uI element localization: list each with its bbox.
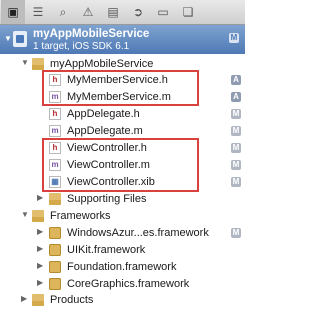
log-navigator-icon[interactable]: ▭ <box>151 0 175 24</box>
disclosure-open-icon[interactable]: ▼ <box>21 58 29 67</box>
disclosure-open-icon[interactable]: ▼ <box>21 210 29 219</box>
file-row[interactable]: h AppDelegate.h M <box>0 107 245 122</box>
group-row-frameworks[interactable]: ▼ Frameworks <box>0 209 245 224</box>
disclosure-closed-icon[interactable]: ▶ <box>37 278 43 287</box>
scm-status-badge: M <box>231 126 241 136</box>
framework-icon <box>49 227 61 239</box>
comment-navigator-icon[interactable]: ❏ <box>176 0 200 24</box>
project-navigator-icon[interactable]: ▣ <box>1 0 25 24</box>
debug-navigator-icon[interactable]: ▤ <box>101 0 125 24</box>
project-name: myAppMobileService <box>33 28 150 40</box>
framework-label: Foundation.framework <box>67 261 177 273</box>
group-label: Frameworks <box>50 210 111 222</box>
navigator-toolbar: ▣ ☰ ⌕ ⚠ ▤ ➲ ▭ ❏ <box>0 0 245 25</box>
scm-status-badge: M <box>231 109 241 119</box>
group-label: Products <box>50 294 94 306</box>
issue-navigator-icon[interactable]: ⚠ <box>76 0 100 24</box>
symbol-navigator-icon[interactable]: ☰ <box>26 0 50 24</box>
scm-status-badge: M <box>231 160 241 170</box>
scm-status-badge: M <box>229 33 239 43</box>
breakpoint-navigator-icon[interactable]: ➲ <box>126 0 150 24</box>
disclosure-closed-icon[interactable]: ▶ <box>37 261 43 270</box>
implementation-file-icon: m <box>49 125 61 137</box>
highlight-box-new-files <box>42 70 199 106</box>
framework-row[interactable]: ▶ WindowsAzur...es.framework M <box>0 226 245 241</box>
search-navigator-icon[interactable]: ⌕ <box>51 0 75 24</box>
project-row[interactable]: ▼ myAppMobileService 1 target, iOS SDK 6… <box>0 25 245 54</box>
project-icon <box>13 31 27 47</box>
scm-status-badge: A <box>231 75 241 85</box>
file-label: AppDelegate.h <box>67 108 140 120</box>
file-row[interactable]: m AppDelegate.m M <box>0 124 245 139</box>
highlight-box-modified-files <box>42 138 199 192</box>
framework-label: UIKit.framework <box>67 244 146 256</box>
group-row-products[interactable]: ▶ Products <box>0 293 245 308</box>
folder-icon <box>49 193 61 205</box>
framework-row[interactable]: ▶ UIKit.framework <box>0 243 245 258</box>
group-label: myAppMobileService <box>50 58 154 70</box>
disclosure-open-icon[interactable]: ▼ <box>4 34 12 43</box>
project-subtitle: 1 target, iOS SDK 6.1 <box>33 41 130 52</box>
disclosure-closed-icon[interactable]: ▶ <box>21 294 27 303</box>
file-label: AppDelegate.m <box>67 125 143 137</box>
framework-icon <box>49 261 61 273</box>
disclosure-closed-icon[interactable]: ▶ <box>37 227 43 236</box>
folder-icon <box>32 210 44 222</box>
framework-icon <box>49 244 61 256</box>
disclosure-closed-icon[interactable]: ▶ <box>37 193 43 202</box>
framework-label: CoreGraphics.framework <box>67 278 190 290</box>
framework-icon <box>49 278 61 290</box>
group-label: Supporting Files <box>67 193 147 205</box>
header-file-icon: h <box>49 108 61 120</box>
scm-status-badge: M <box>231 177 241 187</box>
scm-status-badge: A <box>231 92 241 102</box>
disclosure-closed-icon[interactable]: ▶ <box>37 244 43 253</box>
group-row-supporting-files[interactable]: ▶ Supporting Files <box>0 192 245 207</box>
framework-row[interactable]: ▶ Foundation.framework <box>0 260 245 275</box>
scm-status-badge: M <box>231 143 241 153</box>
folder-icon <box>32 294 44 306</box>
scm-status-badge: M <box>231 228 241 238</box>
folder-icon <box>32 58 44 70</box>
framework-label: WindowsAzur...es.framework <box>67 227 209 239</box>
framework-row[interactable]: ▶ CoreGraphics.framework <box>0 277 245 292</box>
